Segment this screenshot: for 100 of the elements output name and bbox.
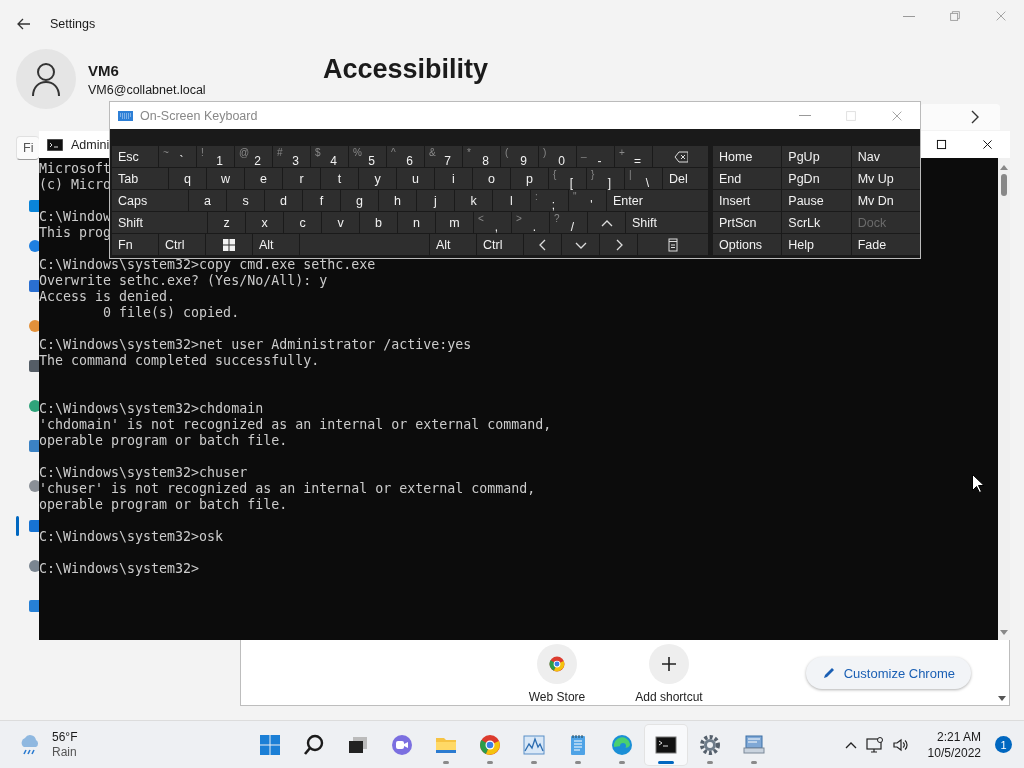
menu-icon [666, 237, 680, 252]
edge-icon [610, 732, 634, 757]
restore-icon [948, 9, 962, 23]
key[interactable]: { [ [549, 168, 586, 189]
scroll-up-icon[interactable] [1000, 164, 1008, 170]
scroll-down-icon[interactable] [998, 696, 1006, 702]
key[interactable]: + = [615, 146, 652, 167]
key[interactable]: m [436, 212, 473, 233]
windows-logo-icon [222, 237, 236, 252]
key[interactable]: > . [512, 212, 549, 233]
key[interactable]: Mv Up [851, 168, 920, 189]
key[interactable]: l [493, 190, 530, 211]
key[interactable]: % 5 [349, 146, 386, 167]
computer-icon [742, 732, 766, 757]
key[interactable]: e [245, 168, 282, 189]
key[interactable] [206, 234, 252, 255]
taskbar-button[interactable] [645, 724, 687, 765]
key[interactable]: s [227, 190, 264, 211]
console-line: Overwrite sethc.exe? (Yes/No/All): y [39, 273, 328, 288]
key[interactable]: q [169, 168, 206, 189]
key[interactable]: $ 4 [311, 146, 348, 167]
key[interactable]: Mv Dn [851, 190, 920, 211]
scrollbar[interactable] [998, 158, 1010, 640]
key[interactable]: Nav [851, 146, 920, 167]
key[interactable]: d [265, 190, 302, 211]
network-icon[interactable] [865, 735, 884, 754]
key[interactable]: ^ 6 [387, 146, 424, 167]
key[interactable]: b [360, 212, 397, 233]
key[interactable]: o [473, 168, 510, 189]
key[interactable]: y [359, 168, 396, 189]
key[interactable]: Alt [430, 234, 476, 255]
key[interactable]: End [713, 168, 782, 189]
plus-icon [661, 656, 677, 672]
notification-badge[interactable]: 1 [995, 736, 1012, 753]
key[interactable]: Home [713, 146, 782, 167]
key[interactable]: f [303, 190, 340, 211]
scroll-down-icon[interactable] [1000, 630, 1008, 636]
key[interactable]: Fade [851, 234, 920, 255]
key[interactable]: Tab [112, 168, 168, 189]
key[interactable]: i [435, 168, 472, 189]
key[interactable]: p [511, 168, 548, 189]
key[interactable]: u [397, 168, 434, 189]
cursor-icon [972, 474, 984, 493]
scroll-thumb[interactable] [1001, 174, 1007, 196]
clock[interactable]: 2:21 AM 10/5/2022 [927, 728, 981, 761]
key[interactable]: Caps [112, 190, 188, 211]
key[interactable]: * 8 [463, 146, 500, 167]
key[interactable]: Fn [112, 234, 158, 255]
key[interactable]: a [189, 190, 226, 211]
key[interactable]: Help [782, 234, 851, 255]
key[interactable]: Esc [112, 146, 158, 167]
key[interactable]: c [284, 212, 321, 233]
key[interactable]: & 7 [425, 146, 462, 167]
key[interactable]: : ; [531, 190, 568, 211]
gear-icon [698, 732, 722, 757]
key[interactable]: # 3 [273, 146, 310, 167]
key[interactable]: Ctrl [159, 234, 205, 255]
key[interactable]: | \ [625, 168, 662, 189]
key[interactable]: z [208, 212, 245, 233]
key[interactable]: x [246, 212, 283, 233]
key[interactable]: ScrLk [782, 212, 851, 233]
key[interactable]: k [455, 190, 492, 211]
key[interactable]: t [321, 168, 358, 189]
key[interactable]: j [417, 190, 454, 211]
key[interactable]: } ] [587, 168, 624, 189]
search-field[interactable]: Fi [16, 136, 39, 160]
key[interactable]: ) 0 [539, 146, 576, 167]
key[interactable]: PgUp [782, 146, 851, 167]
key[interactable]: _ - [577, 146, 614, 167]
shortcut-tile[interactable]: Web Store [511, 644, 603, 704]
key[interactable]: r [283, 168, 320, 189]
back-arrow-icon[interactable] [16, 16, 32, 32]
key[interactable]: n [398, 212, 435, 233]
key[interactable]: Ctrl [477, 234, 523, 255]
key[interactable]: v [322, 212, 359, 233]
key[interactable]: g [341, 190, 378, 211]
key[interactable]: w [207, 168, 244, 189]
console-line: 0 file(s) copied. [102, 305, 240, 320]
key[interactable]: Del [663, 168, 708, 189]
key[interactable]: PgDn [782, 168, 851, 189]
key[interactable]: Insert [713, 190, 782, 211]
key[interactable]: Enter [607, 190, 708, 211]
key[interactable]: ~ ` [159, 146, 196, 167]
key[interactable]: ! 1 [197, 146, 234, 167]
key[interactable]: Shift [626, 212, 708, 233]
key[interactable]: Shift [112, 212, 207, 233]
key[interactable]: PrtScn [713, 212, 782, 233]
key[interactable]: @ 2 [235, 146, 272, 167]
key[interactable]: < , [474, 212, 511, 233]
key[interactable]: Options [713, 234, 782, 255]
shortcut-tile[interactable]: Add shortcut [623, 644, 715, 704]
search-icon [302, 732, 326, 757]
key[interactable]: " ' [569, 190, 606, 211]
key[interactable]: Pause [782, 190, 851, 211]
key[interactable]: ( 9 [501, 146, 538, 167]
key[interactable]: ? / [550, 212, 587, 233]
key[interactable]: h [379, 190, 416, 211]
console-line: C:\Windows\system32>chdomain [39, 401, 264, 416]
key[interactable]: Alt [253, 234, 299, 255]
customize-button[interactable]: Customize Chrome [805, 657, 971, 689]
